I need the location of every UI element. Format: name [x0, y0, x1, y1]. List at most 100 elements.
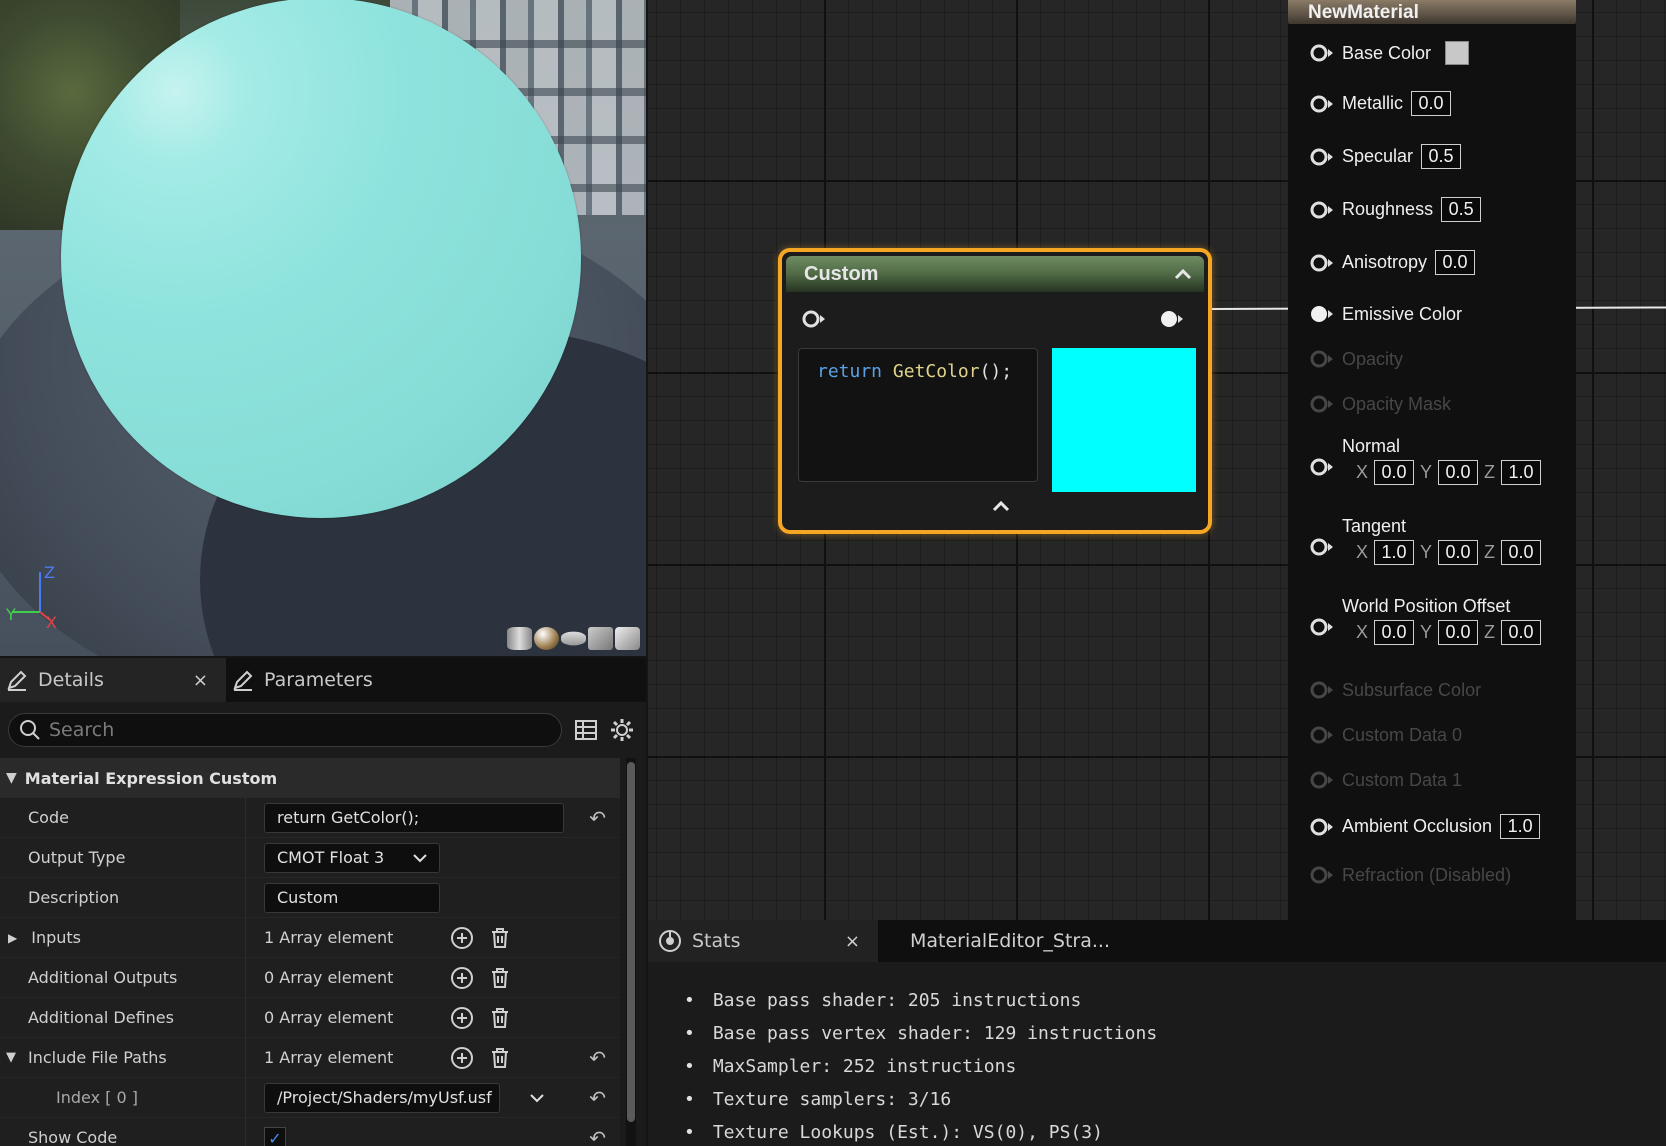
- chevron-up-icon[interactable]: [1174, 268, 1192, 280]
- collapse-arrow-icon[interactable]: ▼: [6, 1050, 16, 1065]
- search-box[interactable]: [8, 713, 562, 747]
- pin-roughness[interactable]: Roughness 0.5: [1308, 197, 1482, 222]
- trash-icon[interactable]: [488, 966, 512, 990]
- input-pin-icon[interactable]: [1308, 199, 1334, 221]
- tab-parameters[interactable]: Parameters: [226, 658, 391, 702]
- add-element-icon[interactable]: [450, 1046, 474, 1070]
- wpo-z[interactable]: 0.0: [1501, 620, 1542, 645]
- tab-stats[interactable]: Stats ×: [648, 920, 878, 962]
- input-pin-icon[interactable]: [1308, 42, 1334, 64]
- trash-icon[interactable]: [488, 1006, 512, 1030]
- preview-sphere: [61, 0, 581, 518]
- material-node-pins: Base Color Metallic 0.0 Specular 0.5 Rou…: [1288, 0, 1576, 920]
- description-field[interactable]: Custom: [264, 882, 440, 913]
- pin-base-color-label: Base Color: [1342, 42, 1432, 63]
- pin-ambient-occlusion[interactable]: Ambient Occlusion 1.0: [1308, 814, 1541, 839]
- details-scrollbar[interactable]: [626, 758, 636, 1146]
- normal-x[interactable]: 0.0: [1374, 460, 1415, 485]
- pin-specular[interactable]: Specular 0.5: [1308, 144, 1462, 169]
- custom-node-title-bar[interactable]: Custom: [786, 256, 1204, 292]
- pin-anisotropy[interactable]: Anisotropy 0.0: [1308, 250, 1476, 275]
- cube-icon[interactable]: [588, 627, 613, 650]
- reset-icon[interactable]: ↶: [589, 1086, 606, 1110]
- metallic-value[interactable]: 0.0: [1411, 91, 1452, 116]
- normal-y[interactable]: 0.0: [1438, 460, 1479, 485]
- sphere-icon[interactable]: [534, 627, 559, 650]
- stats-icon: [659, 930, 681, 952]
- add-element-icon[interactable]: [450, 966, 474, 990]
- input-pin-icon[interactable]: [1308, 616, 1334, 638]
- pin-emissive-color[interactable]: Emissive Color: [1308, 303, 1462, 325]
- connected-pin-icon[interactable]: [1308, 303, 1334, 325]
- roughness-value[interactable]: 0.5: [1441, 197, 1482, 222]
- input-pin-icon[interactable]: [1308, 93, 1334, 115]
- trash-icon[interactable]: [488, 926, 512, 950]
- table-view-icon[interactable]: [574, 718, 598, 742]
- pin-custom-data-1: Custom Data 1: [1308, 769, 1462, 791]
- output-type-dropdown[interactable]: CMOT Float 3: [264, 842, 440, 873]
- cylinder-icon[interactable]: [507, 627, 532, 650]
- specular-value[interactable]: 0.5: [1421, 144, 1462, 169]
- tangent-x[interactable]: 1.0: [1374, 540, 1415, 565]
- property-include-file-paths: ▼ Include File Paths 1 Array element ↶: [0, 1038, 620, 1078]
- tangent-z[interactable]: 0.0: [1501, 540, 1542, 565]
- pin-roughness-label: Roughness: [1342, 199, 1434, 219]
- normal-vector-fields: X 0.0 Y 0.0 Z 1.0: [1356, 460, 1542, 485]
- stats-panel: Stats × MaterialEditor_Stra... Base pass…: [648, 920, 1666, 1146]
- output-pin-icon[interactable]: [1158, 308, 1184, 330]
- gear-icon[interactable]: [610, 718, 634, 742]
- wpo-y[interactable]: 0.0: [1438, 620, 1479, 645]
- tab-details[interactable]: Details ×: [0, 658, 226, 702]
- input-pin-icon[interactable]: [1308, 816, 1334, 838]
- ao-value[interactable]: 1.0: [1500, 814, 1541, 839]
- axis-y-label: Y: [6, 605, 16, 624]
- input-pin-icon[interactable]: [1308, 456, 1334, 478]
- close-icon[interactable]: ×: [193, 670, 208, 691]
- property-show-code-label: Show Code: [0, 1118, 246, 1146]
- pin-normal-label: Normal: [1342, 436, 1401, 456]
- tab-details-label: Details: [38, 669, 104, 691]
- pin-base-color[interactable]: Base Color: [1308, 41, 1470, 65]
- trash-icon[interactable]: [488, 1046, 512, 1070]
- property-include-file-paths-label-cell: ▼ Include File Paths: [0, 1038, 246, 1077]
- collapse-arrow-icon[interactable]: ▼: [6, 770, 17, 786]
- input-pin-icon: [1310, 350, 1333, 368]
- input-pin-icon[interactable]: [1308, 252, 1334, 274]
- search-input[interactable]: [49, 719, 529, 741]
- stats-line: Texture Lookups (Est.): VS(0), PS(3): [684, 1116, 1666, 1146]
- details-property-list: ▼ Material Expression Custom Code return…: [0, 758, 620, 1146]
- base-color-swatch[interactable]: [1445, 41, 1470, 65]
- code-field[interactable]: return GetColor();: [264, 802, 564, 833]
- z-label: Z: [1484, 622, 1496, 642]
- reset-icon[interactable]: ↶: [589, 1126, 606, 1146]
- inputs-count: 1 Array element: [264, 928, 394, 947]
- input-pin-icon[interactable]: [800, 308, 826, 330]
- input-pin-icon[interactable]: [1308, 146, 1334, 168]
- close-icon[interactable]: ×: [845, 931, 860, 952]
- reset-icon[interactable]: ↶: [589, 806, 606, 830]
- tangent-y[interactable]: 0.0: [1438, 540, 1479, 565]
- add-element-icon[interactable]: [450, 926, 474, 950]
- include-path-field[interactable]: /Project/Shaders/myUsf.usf: [264, 1082, 500, 1113]
- pin-subsurface-color: Subsurface Color: [1308, 679, 1481, 701]
- plane-icon[interactable]: [561, 631, 586, 646]
- material-preview-viewport[interactable]: Z Y X: [0, 0, 646, 656]
- add-element-icon[interactable]: [450, 1006, 474, 1030]
- section-material-expression-custom[interactable]: ▼ Material Expression Custom: [0, 758, 620, 798]
- property-additional-defines: Additional Defines 0 Array element: [0, 998, 620, 1038]
- normal-z[interactable]: 1.0: [1501, 460, 1542, 485]
- show-code-checkbox[interactable]: ✓: [264, 1126, 286, 1146]
- custom-node-title: Custom: [804, 262, 879, 285]
- reset-icon[interactable]: ↶: [589, 1046, 606, 1070]
- scrollbar-thumb[interactable]: [627, 762, 635, 1122]
- chevron-down-icon[interactable]: [530, 1093, 544, 1103]
- input-pin-icon[interactable]: [1308, 536, 1334, 558]
- teapot-icon[interactable]: [615, 627, 640, 650]
- chevron-up-icon[interactable]: [992, 500, 1010, 512]
- wpo-x[interactable]: 0.0: [1374, 620, 1415, 645]
- anisotropy-value[interactable]: 0.0: [1435, 250, 1476, 275]
- custom-node[interactable]: Custom return GetColor();: [778, 248, 1212, 534]
- pin-metallic[interactable]: Metallic 0.0: [1308, 91, 1452, 116]
- expand-arrow-icon[interactable]: ▶: [8, 931, 17, 945]
- tab-material-editor-stra[interactable]: MaterialEditor_Stra...: [878, 920, 1110, 962]
